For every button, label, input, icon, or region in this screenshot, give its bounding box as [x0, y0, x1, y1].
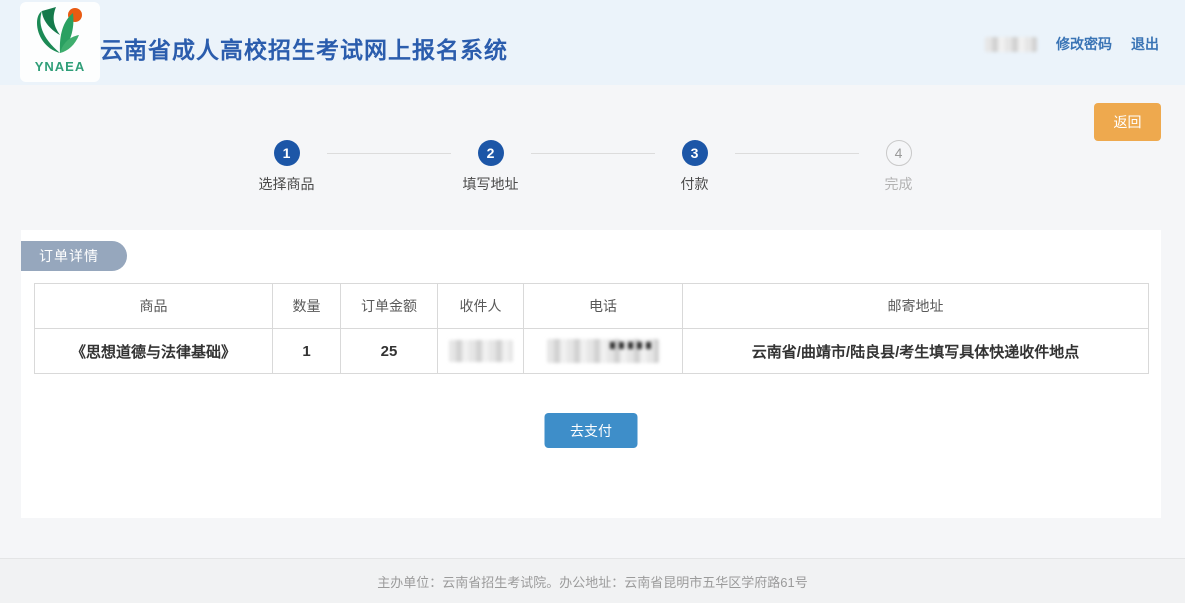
logout-link[interactable]: 退出 — [1131, 34, 1159, 54]
back-button[interactable]: 返回 — [1094, 103, 1161, 141]
cell-quantity: 1 — [273, 329, 341, 374]
col-header-amount: 订单金额 — [341, 284, 438, 329]
step-2-label: 填写地址 — [463, 174, 519, 194]
cell-phone — [524, 329, 683, 374]
step-4-circle: 4 — [886, 140, 912, 166]
col-header-product: 商品 — [35, 284, 273, 329]
order-details-badge: 订单详情 — [21, 241, 127, 271]
footer: 主办单位：云南省招生考试院。办公地址：云南省昆明市五华区学府路61号 — [0, 558, 1185, 603]
col-header-phone: 电话 — [524, 284, 683, 329]
order-table: 商品 数量 订单金额 收件人 电话 邮寄地址 《思想道德与法律基础》 1 25 … — [34, 283, 1149, 374]
page: YNAEA 云南省成人高校招生考试网上报名系统 修改密码 退出 返回 1 选择商… — [0, 0, 1185, 603]
logo-text: YNAEA — [20, 59, 100, 74]
step-connector — [531, 153, 655, 154]
step-3-circle: 3 — [682, 140, 708, 166]
col-header-quantity: 数量 — [273, 284, 341, 329]
cell-address: 云南省/曲靖市/陆良县/考生填写具体快递收件地点 — [683, 329, 1149, 374]
table-header-row: 商品 数量 订单金额 收件人 电话 邮寄地址 — [35, 284, 1149, 329]
cell-product: 《思想道德与法律基础》 — [35, 329, 273, 374]
step-1-circle: 1 — [274, 140, 300, 166]
footer-text: 主办单位：云南省招生考试院。办公地址：云南省昆明市五华区学府路61号 — [377, 572, 807, 591]
table-row: 《思想道德与法律基础》 1 25 云南省/曲靖市/陆良县/考生填写具体快递收件地… — [35, 329, 1149, 374]
step-payment: 3 付款 — [655, 140, 735, 194]
pay-button[interactable]: 去支付 — [545, 413, 638, 448]
step-2-circle: 2 — [478, 140, 504, 166]
step-select-product: 1 选择商品 — [247, 140, 327, 194]
username-redacted — [985, 37, 1037, 52]
step-fill-address: 2 填写地址 — [451, 140, 531, 194]
change-password-link[interactable]: 修改密码 — [1056, 34, 1112, 54]
phone-redacted — [547, 339, 659, 363]
step-3-label: 付款 — [681, 174, 709, 194]
step-complete: 4 完成 — [859, 140, 939, 194]
cell-recipient — [438, 329, 524, 374]
col-header-address: 邮寄地址 — [683, 284, 1149, 329]
header: YNAEA 云南省成人高校招生考试网上报名系统 修改密码 退出 — [0, 0, 1185, 85]
step-1-label: 选择商品 — [259, 174, 315, 194]
step-4-label: 完成 — [885, 174, 913, 194]
order-details-panel: 订单详情 商品 数量 订单金额 收件人 电话 邮寄地址 《思想道德与法律基础》 — [21, 230, 1161, 518]
ynaea-logo-icon — [29, 5, 91, 61]
cell-amount: 25 — [341, 329, 438, 374]
recipient-redacted — [449, 340, 513, 362]
order-stepper: 1 选择商品 2 填写地址 3 付款 4 完成 — [0, 140, 1185, 194]
col-header-recipient: 收件人 — [438, 284, 524, 329]
step-connector — [735, 153, 859, 154]
logo: YNAEA — [20, 2, 100, 82]
step-connector — [327, 153, 451, 154]
page-title: 云南省成人高校招生考试网上报名系统 — [100, 31, 508, 65]
header-links: 修改密码 退出 — [985, 34, 1159, 54]
